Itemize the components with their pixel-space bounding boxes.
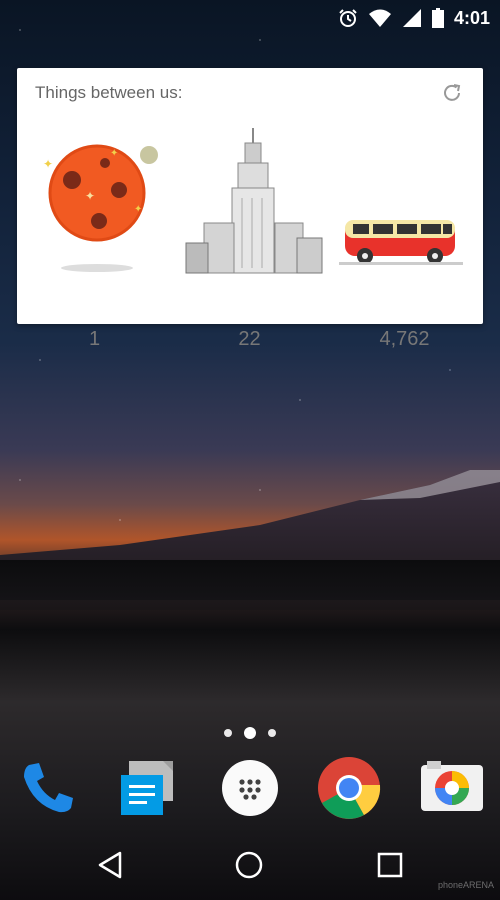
navigation-bar	[0, 830, 500, 900]
page-dot-3	[268, 729, 276, 737]
status-time: 4:01	[453, 7, 490, 28]
cell-signal-icon	[402, 8, 422, 28]
recents-icon[interactable]	[377, 850, 403, 885]
home-icon[interactable]	[234, 850, 264, 885]
page-dot-1	[224, 729, 232, 737]
chrome-icon[interactable]	[316, 755, 382, 821]
app-drawer-icon[interactable]	[217, 755, 283, 821]
svg-text:✦: ✦	[110, 148, 118, 159]
status-bar: 4:01	[0, 0, 500, 36]
page-indicator	[0, 727, 500, 739]
widget-item-skyscraper: 22	[172, 118, 327, 350]
widget-title: Things between us:	[35, 83, 183, 102]
svg-text:✦: ✦	[134, 204, 142, 215]
page-dot-2	[244, 727, 256, 739]
battery-icon	[431, 8, 444, 28]
things-between-us-widget[interactable]: Things between us: ✦ ✦ ✦ ✦ 1 22 4,762	[17, 68, 483, 350]
messenger-icon[interactable]	[115, 755, 181, 821]
wallpaper-treeline	[0, 560, 500, 600]
back-icon[interactable]	[96, 850, 124, 885]
svg-text:✦: ✦	[43, 157, 53, 171]
camera-icon[interactable]	[419, 755, 485, 821]
distance-value-planets: 1	[88, 328, 101, 350]
distance-value-skyscrapers: 22	[238, 328, 261, 350]
planet-icon: ✦ ✦ ✦ ✦	[43, 144, 158, 272]
svg-text:✦: ✦	[85, 189, 95, 203]
skyscraper-icon	[185, 128, 323, 274]
refresh-icon[interactable]	[441, 82, 463, 109]
distance-value-buses: 4,762	[379, 328, 430, 350]
app-dock	[0, 755, 500, 825]
wifi-icon	[368, 8, 392, 28]
alarm-icon	[338, 8, 358, 28]
bus-icon	[339, 220, 463, 265]
watermark: phoneARENA	[437, 880, 494, 890]
widget-item-planet: ✦ ✦ ✦ ✦ 1	[17, 118, 172, 350]
phone-icon[interactable]	[15, 755, 81, 821]
widget-item-bus: 4,762	[327, 118, 482, 350]
